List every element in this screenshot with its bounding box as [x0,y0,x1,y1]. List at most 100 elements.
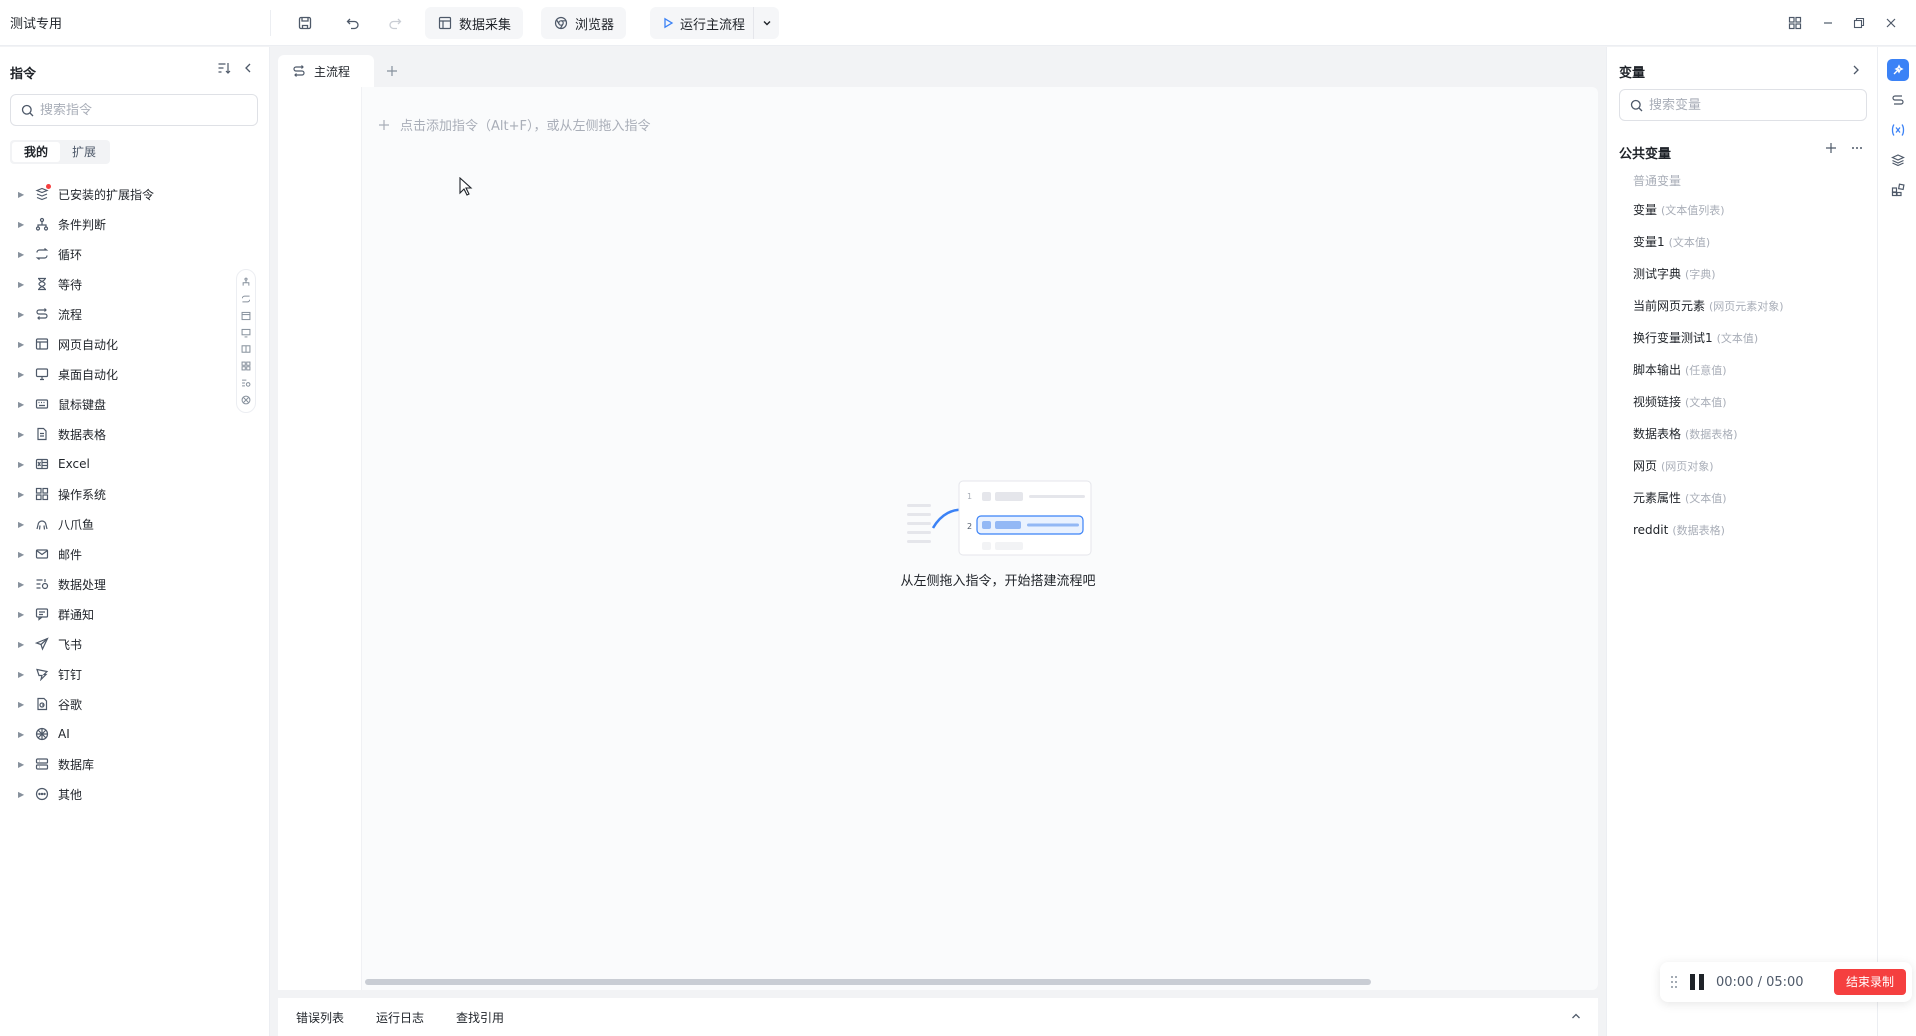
variable-item[interactable]: 脚本输出 (任意值) [1633,354,1863,386]
expand-caret-icon[interactable]: ▶ [18,760,26,769]
expand-caret-icon[interactable]: ▶ [18,550,26,559]
expand-caret-icon[interactable]: ▶ [18,700,26,709]
horizontal-scrollbar[interactable] [365,979,1371,985]
expand-caret-icon[interactable]: ▶ [18,250,26,259]
variable-item[interactable]: 元素属性 (文本值) [1633,482,1863,514]
variable-item[interactable]: 变量1 (文本值) [1633,226,1863,258]
command-item[interactable]: ▶ 数据表格 [18,419,228,449]
layers-icon[interactable] [1887,149,1909,171]
run-main-button[interactable]: 运行主流程 [650,7,753,39]
expand-caret-icon[interactable]: ▶ [18,310,26,319]
data-process-icon[interactable] [241,378,251,388]
command-item[interactable]: ▶ Excel [18,449,228,479]
data-capture-button[interactable]: 数据采集 [425,7,524,39]
command-item[interactable]: ▶ 等待 [18,269,228,299]
expand-caret-icon[interactable]: ▶ [18,190,26,199]
expand-caret-icon[interactable]: ▶ [18,460,26,469]
command-item[interactable]: ▶ 邮件 [18,539,228,569]
variable-search-field[interactable] [1619,89,1867,121]
layout-grid-icon[interactable] [1783,11,1807,35]
pause-icon[interactable] [1690,974,1704,990]
monitor-icon[interactable] [241,328,251,338]
grid-icon[interactable] [241,361,251,371]
flow-canvas[interactable]: 点击添加指令（Alt+F），或从左侧拖入指令 1 2 从左侧拖入指令，开始搭建流… [278,87,1598,990]
stop-recording-button[interactable]: 结束录制 [1833,969,1906,995]
expand-caret-icon[interactable]: ▶ [18,580,26,589]
expand-caret-icon[interactable]: ▶ [18,220,26,229]
flow-icon[interactable] [1887,89,1909,111]
command-item[interactable]: ▶ 鼠标键盘 [18,389,228,419]
tab-error-list[interactable]: 错误列表 [296,1009,344,1026]
variable-search-input[interactable] [1649,97,1849,113]
add-command-hint[interactable]: 点击添加指令（Alt+F），或从左侧拖入指令 [378,115,650,134]
command-item[interactable]: ▶ 循环 [18,239,228,269]
expand-caret-icon[interactable]: ▶ [18,490,26,499]
ai-assistant-icon[interactable] [1887,59,1909,81]
sort-icon[interactable] [217,61,231,75]
ai-icon[interactable] [241,395,251,405]
loop-icon[interactable] [241,294,251,304]
command-item[interactable]: ▶ 操作系统 [18,479,228,509]
save-icon[interactable] [293,11,317,35]
command-item[interactable]: ▶ 飞书 [18,629,228,659]
variable-item[interactable]: 数据表格 (数据表格) [1633,418,1863,450]
command-item[interactable]: ▶ 流程 [18,299,228,329]
command-item[interactable]: ▶ 谷歌 [18,689,228,719]
tab-run-log[interactable]: 运行日志 [376,1009,424,1026]
command-item[interactable]: ▶ 数据处理 [18,569,228,599]
drag-handle-icon[interactable] [1670,975,1678,989]
expand-caret-icon[interactable]: ▶ [18,520,26,529]
browser-button[interactable]: 浏览器 [541,7,627,39]
command-item[interactable]: ▶ 已安装的扩展指令 [18,179,228,209]
undo-icon[interactable] [341,11,365,35]
expand-caret-icon[interactable]: ▶ [18,340,26,349]
variable-item[interactable]: 测试字典 (字典) [1633,258,1863,290]
expand-caret-icon[interactable]: ▶ [18,610,26,619]
redo-icon[interactable] [383,11,407,35]
add-tab-button[interactable] [374,55,410,87]
command-item[interactable]: ▶ 其他 [18,779,228,809]
expand-caret-icon[interactable]: ▶ [18,640,26,649]
variable-item[interactable]: 当前网页元素 (网页元素对象) [1633,290,1863,322]
components-icon[interactable] [1887,179,1909,201]
branch-icon[interactable] [241,277,251,287]
command-item[interactable]: ▶ 数据库 [18,749,228,779]
restore-icon[interactable] [1847,11,1871,35]
expand-caret-icon[interactable]: ▶ [18,280,26,289]
web-window-icon[interactable] [241,311,251,321]
tab-main-flow[interactable]: 主流程 [278,55,375,87]
close-icon[interactable] [1879,11,1903,35]
command-item[interactable]: ▶ 桌面自动化 [18,359,228,389]
command-search-field[interactable] [10,94,258,126]
expand-caret-icon[interactable]: ▶ [18,400,26,409]
expand-caret-icon[interactable]: ▶ [18,790,26,799]
run-dropdown-button[interactable] [753,7,779,39]
tab-mine[interactable]: 我的 [12,142,61,162]
variable-item[interactable]: 换行变量测试1 (文本值) [1633,322,1863,354]
tab-extensions[interactable]: 扩展 [60,142,108,162]
variable-item[interactable]: reddit (数据表格) [1633,514,1863,546]
expand-caret-icon[interactable]: ▶ [18,430,26,439]
expand-caret-icon[interactable]: ▶ [18,730,26,739]
tab-find-references[interactable]: 查找引用 [456,1009,504,1026]
command-search-input[interactable] [40,102,240,118]
variable-item[interactable]: 视频链接 (文本值) [1633,386,1863,418]
add-variable-icon[interactable] [1825,142,1837,154]
variable-icon[interactable] [1887,119,1909,141]
excel-icon[interactable] [241,344,251,354]
command-item[interactable]: ▶ 网页自动化 [18,329,228,359]
chevron-up-icon[interactable] [1570,1010,1582,1022]
expand-caret-icon[interactable]: ▶ [18,670,26,679]
variable-item[interactable]: 网页 (网页对象) [1633,450,1863,482]
command-item[interactable]: ▶ AI [18,719,228,749]
command-item[interactable]: ▶ 条件判断 [18,209,228,239]
command-item[interactable]: ▶ 群通知 [18,599,228,629]
minimize-icon[interactable] [1816,11,1840,35]
variable-item[interactable]: 变量 (文本值列表) [1633,194,1863,226]
collapse-right-icon[interactable] [1849,63,1863,77]
command-item[interactable]: ▶ 八爪鱼 [18,509,228,539]
collapse-left-icon[interactable] [241,61,255,75]
expand-caret-icon[interactable]: ▶ [18,370,26,379]
more-options-icon[interactable] [1851,142,1863,154]
command-item[interactable]: ▶ 钉钉 [18,659,228,689]
